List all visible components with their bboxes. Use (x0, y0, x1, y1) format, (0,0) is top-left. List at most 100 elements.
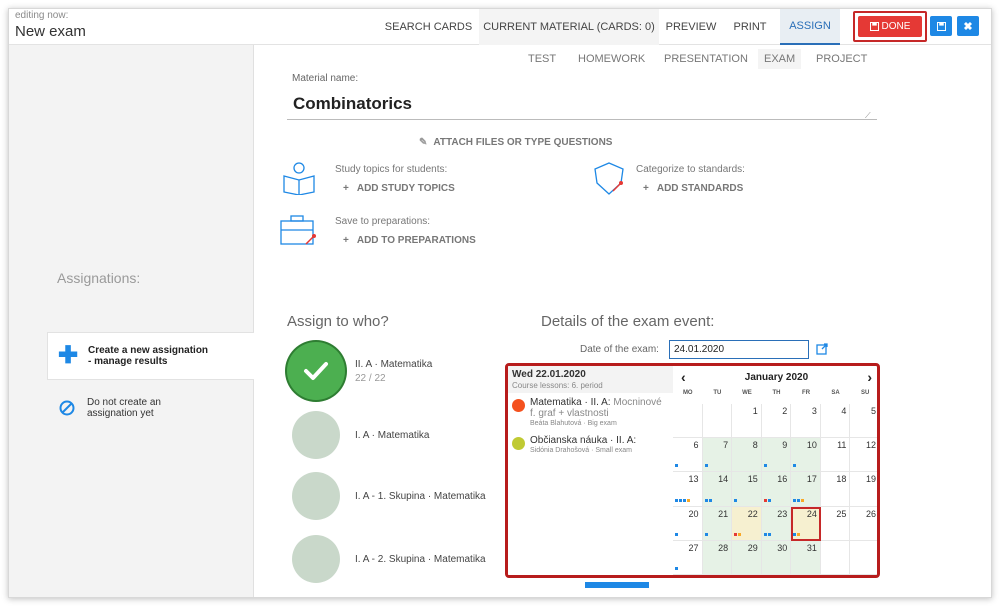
resize-handle-icon[interactable]: ⟋ (865, 111, 871, 121)
done-button[interactable]: DONE (858, 16, 922, 37)
prev-month-button[interactable]: ‹ (681, 369, 686, 385)
type-exam[interactable]: EXAM (758, 49, 802, 69)
attach-files-button[interactable]: ✎ ATTACH FILES OR TYPE QUESTIONS (419, 137, 612, 148)
save-icon (869, 22, 879, 31)
tab-current-material[interactable]: CURRENT MATERIAL (CARDS: 0) (479, 9, 659, 45)
tab-search-cards[interactable]: SEARCH CARDS (381, 9, 476, 45)
calendar-day[interactable]: 18 (820, 472, 851, 507)
calendar-day[interactable]: 17 (791, 472, 821, 507)
calendar-day[interactable]: 14 (702, 472, 733, 507)
plus-icon: + (343, 235, 349, 246)
calendar-day[interactable]: 22 (732, 506, 762, 541)
calendar-day (702, 404, 733, 439)
add-standards-button[interactable]: + ADD STANDARDS (643, 183, 743, 194)
weekday-th: TH (772, 390, 781, 396)
calendar-day[interactable]: 15 (732, 472, 762, 507)
calendar-day[interactable]: 4 (820, 404, 851, 439)
calendar-day[interactable]: 10 (791, 438, 821, 473)
calendar-day[interactable]: 9 (761, 438, 792, 473)
calendar-day[interactable]: 16 (761, 472, 792, 507)
weekday-fr: FR (802, 390, 811, 396)
class-name: I. A · Matematika (355, 429, 430, 441)
calendar-day[interactable]: 1 (732, 404, 762, 439)
add-standards-label: ADD STANDARDS (656, 183, 744, 194)
calendar-day (673, 404, 703, 439)
no-assignation-line2: assignation yet (87, 408, 154, 419)
day-detail-panel: Wed 22.01.2020 Course lessons: 6. period… (508, 366, 673, 575)
calendar-day[interactable]: 23 (761, 506, 792, 541)
calendar-day[interactable]: 28 (702, 540, 733, 575)
create-assignation-line2: - manage results (88, 356, 168, 367)
calendar-day[interactable]: 5 (850, 404, 877, 439)
class-item[interactable]: I. A - 2. Skupina · Matematika (287, 535, 486, 583)
editing-label: editing now: (15, 10, 69, 21)
calendar-day (820, 540, 851, 575)
save-icon (936, 21, 946, 31)
close-icon: ✖ (963, 20, 973, 33)
class-avatar (292, 411, 340, 459)
lesson-title: Občianska náuka · II. A: (530, 435, 637, 446)
calendar-day[interactable]: 13 (673, 472, 703, 507)
lesson-meta: Beáta Blahutová · Big exam (530, 420, 617, 427)
no-assignation-option[interactable]: Do not create an assignation yet (47, 384, 254, 432)
class-avatar (287, 342, 345, 400)
preparations-label: Save to preparations: (335, 216, 431, 227)
calendar-header: ‹ January 2020 › (673, 366, 877, 388)
hidden-button[interactable] (585, 582, 649, 588)
date-input[interactable]: 24.01.2020 (669, 340, 809, 359)
sidebar (9, 45, 254, 597)
calendar-day[interactable]: 7 (702, 438, 733, 473)
attach-label: ATTACH FILES OR TYPE QUESTIONS (433, 137, 613, 148)
calendar-day[interactable]: 27 (673, 540, 703, 575)
external-link-icon[interactable] (816, 343, 828, 355)
study-topics-label: Study topics for students: (335, 164, 448, 175)
tab-print[interactable]: PRINT (727, 9, 773, 45)
calendar-day[interactable]: 6 (673, 438, 703, 473)
save-button[interactable] (930, 16, 952, 36)
calendar-day[interactable]: 30 (761, 540, 792, 575)
material-name-input[interactable]: Combinatorics (293, 94, 412, 114)
calendar-day[interactable]: 29 (732, 540, 762, 575)
type-presentation[interactable]: PRESENTATION (664, 53, 748, 65)
calendar-month: January 2020 (744, 371, 809, 383)
class-item[interactable]: II. A · Matematika 22 / 22 (287, 342, 432, 400)
briefcase-pin-icon (280, 215, 316, 245)
class-avatar (292, 535, 340, 583)
calendar-day[interactable]: 31 (791, 540, 821, 575)
calendar-day[interactable]: 12 (850, 438, 877, 473)
next-month-button[interactable]: › (867, 369, 872, 385)
calendar-day[interactable]: 20 (673, 506, 703, 541)
material-name-underline (287, 119, 877, 120)
type-test[interactable]: TEST (528, 53, 556, 65)
calendar-day[interactable]: 2 (761, 404, 792, 439)
calendar-day[interactable]: 19 (850, 472, 877, 507)
lesson-title: Matematika · II. A: (530, 397, 611, 408)
calendar-day[interactable]: 3 (791, 404, 821, 439)
create-assignation-option[interactable]: ✚ Create a new assignation - manage resu… (47, 332, 254, 380)
page-title: New exam (15, 23, 86, 40)
lesson-item[interactable]: Občianska náuka · II. A: Sidónia Drahošo… (512, 435, 670, 454)
paperclip-icon: ✎ (419, 137, 428, 148)
add-study-topics-button[interactable]: + ADD STUDY TOPICS (343, 183, 455, 194)
calendar-day[interactable]: 26 (850, 507, 877, 541)
tab-assign[interactable]: ASSIGN (780, 9, 840, 45)
plus-icon: ✚ (57, 342, 79, 369)
calendar-day[interactable]: 21 (702, 506, 733, 541)
done-highlight: DONE (853, 11, 927, 42)
calendar-day[interactable]: 25 (820, 506, 851, 541)
add-preparations-button[interactable]: + ADD TO PREPARATIONS (343, 235, 476, 246)
calendar-day[interactable]: 8 (732, 438, 762, 473)
calendar-day[interactable]: 11 (820, 438, 851, 473)
class-count: 22 / 22 (355, 372, 386, 384)
calendar-day-selected[interactable]: 24 (791, 506, 821, 541)
close-button[interactable]: ✖ (957, 16, 979, 36)
type-project[interactable]: PROJECT (816, 53, 867, 65)
class-item[interactable]: I. A - 1. Skupina · Matematika (287, 472, 486, 520)
class-item[interactable]: I. A · Matematika (287, 411, 429, 459)
type-homework[interactable]: HOMEWORK (578, 53, 645, 65)
material-name-label: Material name: (292, 73, 359, 84)
create-assignation-line1: Create a new assignation (88, 345, 209, 356)
lesson-item[interactable]: Matematika · II. A: Mocninové f. graf + … (512, 397, 670, 427)
weekday-tu: TU (713, 390, 722, 396)
tab-preview[interactable]: PREVIEW (661, 9, 721, 45)
